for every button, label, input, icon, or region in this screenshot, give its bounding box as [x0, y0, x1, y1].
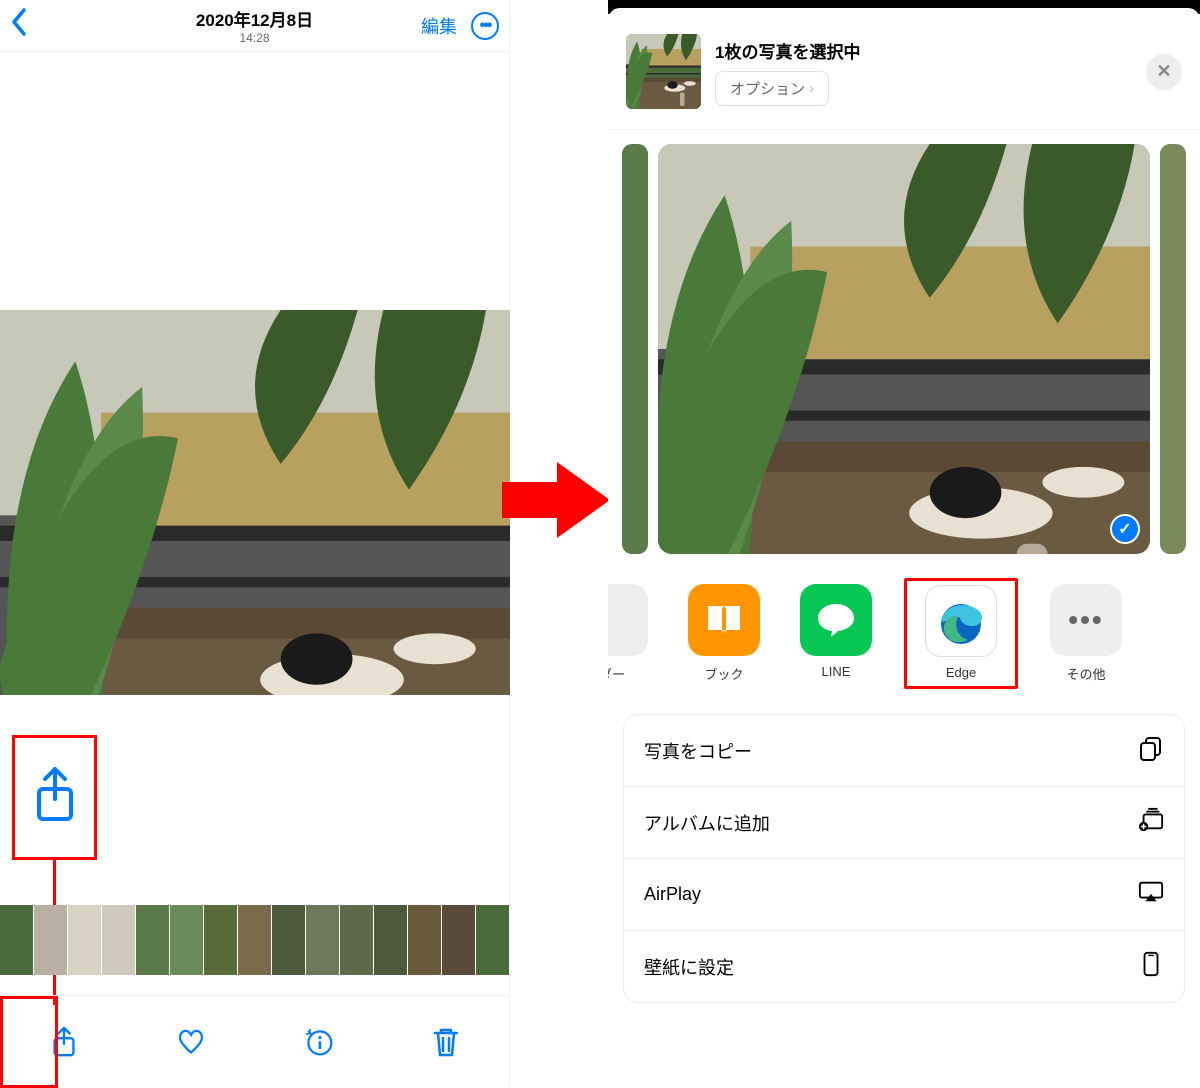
copy-icon	[1138, 735, 1164, 766]
delete-button[interactable]	[431, 1025, 461, 1059]
share-actions-list: 写真をコピー アルバムに追加 AirPlay 壁紙に設定	[624, 715, 1184, 1002]
share-sheet: 1枚の写真を選択中 オプション › ✕ ✓ ダー ブック	[608, 0, 1200, 1087]
thumbnail[interactable]	[102, 905, 136, 975]
thumbnail[interactable]	[374, 905, 408, 975]
airplay-icon	[1138, 879, 1164, 910]
selected-check-icon: ✓	[1110, 514, 1140, 544]
app-label: その他	[1066, 664, 1105, 683]
close-button[interactable]: ✕	[1146, 54, 1182, 90]
thumbnail[interactable]	[272, 905, 306, 975]
action-copy-photo[interactable]: 写真をコピー	[624, 715, 1184, 787]
thumbnail[interactable]	[340, 905, 374, 975]
books-icon	[688, 584, 760, 656]
app-label: LINE	[822, 664, 851, 679]
thumbnail[interactable]	[476, 905, 510, 975]
line-icon	[800, 584, 872, 656]
selection-thumbnail	[626, 34, 701, 109]
ellipsis-icon: •••	[480, 17, 491, 35]
favorite-button[interactable]	[176, 1025, 206, 1059]
photo-time: 14:28	[196, 31, 313, 45]
share-sheet-header: 1枚の写真を選択中 オプション › ✕	[608, 20, 1200, 123]
selection-title: 1枚の写真を選択中	[715, 38, 1132, 63]
action-add-to-album[interactable]: アルバムに追加	[624, 787, 1184, 859]
more-icon: •••	[1050, 584, 1122, 656]
photo-date-title: 2020年12月8日 14:28	[196, 6, 313, 45]
share-apps-row[interactable]: ダー ブック LINE Edge	[608, 554, 1200, 689]
photos-detail-view: 2020年12月8日 14:28 編集 •••	[0, 0, 510, 1087]
thumbnail[interactable]	[204, 905, 238, 975]
detail-header: 2020年12月8日 14:28 編集 •••	[0, 0, 509, 52]
action-label: 壁紙に設定	[644, 954, 734, 980]
thumbnail[interactable]	[408, 905, 442, 975]
selected-photos-row[interactable]: ✓	[608, 144, 1200, 554]
main-photo[interactable]	[0, 310, 510, 695]
edge-icon	[925, 585, 997, 657]
photo-date: 2020年12月8日	[196, 6, 313, 31]
action-label: アルバムに追加	[644, 810, 770, 836]
arrow-icon	[502, 460, 612, 540]
thumbnail[interactable]	[34, 905, 68, 975]
photo-preview-prev[interactable]	[622, 144, 648, 554]
share-app-books[interactable]: ブック	[680, 584, 768, 689]
share-app-line[interactable]: LINE	[792, 584, 880, 689]
app-label: Edge	[946, 665, 976, 680]
options-button[interactable]: オプション ›	[715, 71, 829, 106]
share-app-more[interactable]: ••• その他	[1042, 584, 1130, 689]
close-icon: ✕	[1156, 61, 1171, 82]
app-label: ダー	[608, 664, 625, 683]
app-label: ブック	[704, 664, 743, 683]
share-button[interactable]	[49, 1025, 79, 1059]
thumbnail-strip[interactable]	[0, 905, 510, 975]
action-airplay[interactable]: AirPlay	[624, 859, 1184, 931]
phone-icon	[1138, 951, 1164, 982]
more-button[interactable]: •••	[471, 12, 499, 40]
info-button[interactable]	[304, 1025, 334, 1059]
share-icon	[31, 765, 79, 830]
edge-highlight: Edge	[904, 578, 1018, 689]
thumbnail[interactable]	[68, 905, 102, 975]
options-label: オプション	[730, 78, 805, 99]
share-app-edge[interactable]: Edge	[917, 585, 1005, 680]
detail-toolbar	[0, 995, 510, 1087]
share-highlight-callout	[12, 735, 97, 860]
action-set-wallpaper[interactable]: 壁紙に設定	[624, 931, 1184, 1002]
back-button[interactable]	[10, 8, 28, 43]
photo-preview-selected[interactable]: ✓	[658, 144, 1150, 554]
edit-button[interactable]: 編集	[421, 13, 457, 39]
thumbnail[interactable]	[306, 905, 340, 975]
thumbnail[interactable]	[238, 905, 272, 975]
chevron-right-icon: ›	[809, 80, 814, 97]
action-label: AirPlay	[644, 884, 701, 905]
thumbnail[interactable]	[442, 905, 476, 975]
thumbnail[interactable]	[170, 905, 204, 975]
photo-preview-next[interactable]	[1160, 144, 1186, 554]
action-label: 写真をコピー	[644, 738, 752, 764]
album-add-icon	[1138, 807, 1164, 838]
thumbnail[interactable]	[0, 905, 34, 975]
thumbnail[interactable]	[136, 905, 170, 975]
share-app-peek[interactable]: ダー	[608, 584, 656, 689]
